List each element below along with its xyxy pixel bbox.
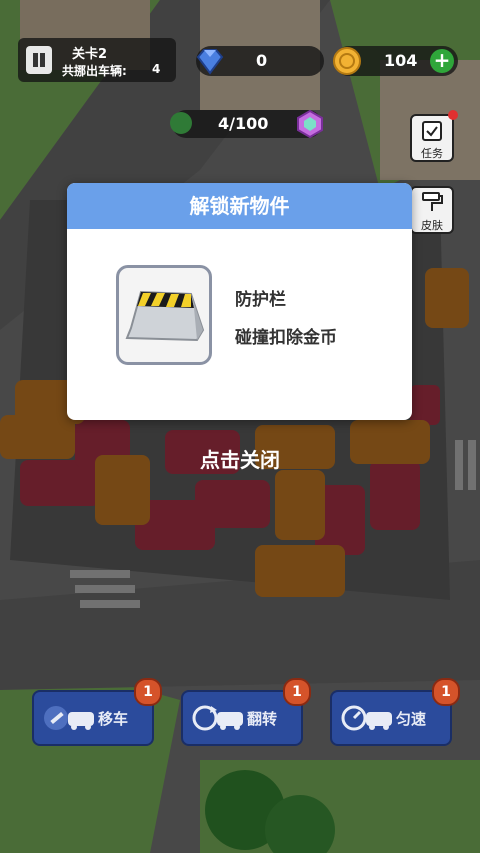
skin-label: 皮肤 [421, 219, 443, 232]
item-name: 防护栏 [235, 290, 286, 310]
hexagon-icon [297, 110, 323, 138]
task-button[interactable]: 任务 [410, 110, 458, 162]
progress-bar: 4/100 [170, 110, 323, 138]
level-panel: 关卡2 共挪出车辆: 4 [18, 38, 176, 82]
progress-start-icon [170, 112, 192, 134]
level-label: 关卡2 [72, 47, 108, 62]
coin-counter: 104 + [333, 46, 458, 76]
clipboard-icon [422, 121, 442, 141]
coin-count: 104 [384, 51, 418, 70]
coin-icon [333, 47, 361, 75]
gem-icon [196, 49, 224, 75]
constant-speed-button[interactable]: 匀速 1 [330, 678, 460, 746]
flip-car-button[interactable]: 翻转 1 [181, 678, 311, 746]
skin-button[interactable]: 皮肤 [410, 186, 454, 234]
gem-count: 0 [256, 51, 268, 70]
flip-car-label: 翻转 [247, 710, 278, 728]
plus-icon: + [433, 48, 451, 72]
constant-speed-label: 匀速 [396, 710, 427, 728]
move-car-button[interactable]: 移车 1 [32, 678, 162, 746]
move-car-label: 移车 [98, 710, 129, 728]
speedometer-car-icon [341, 705, 392, 731]
constant-speed-count: 1 [432, 678, 460, 706]
dialog-title: 解锁新物件 [67, 183, 412, 229]
move-car-count: 1 [134, 678, 162, 706]
flip-car-count: 1 [283, 678, 311, 706]
barrier-icon [125, 290, 205, 342]
task-label: 任务 [421, 147, 443, 160]
cars-count: 4 [152, 62, 161, 76]
item-description: 碰撞扣除金币 [235, 328, 337, 348]
pause-button[interactable] [26, 46, 52, 74]
gem-counter: 0 [196, 46, 324, 76]
rotate-car-icon [192, 705, 243, 731]
unlock-dialog: 解锁新物件 防护栏 碰撞扣除金币 [67, 183, 412, 420]
cars-label: 共挪出车辆: [62, 64, 127, 78]
add-coins-button[interactable]: + [430, 49, 454, 73]
notification-dot [448, 110, 458, 120]
item-preview [116, 265, 212, 365]
wrench-car-icon [44, 706, 94, 730]
tap-to-close[interactable]: 点击关闭 [0, 444, 480, 473]
progress-text: 4/100 [218, 114, 269, 133]
paint-roller-icon [422, 192, 443, 211]
